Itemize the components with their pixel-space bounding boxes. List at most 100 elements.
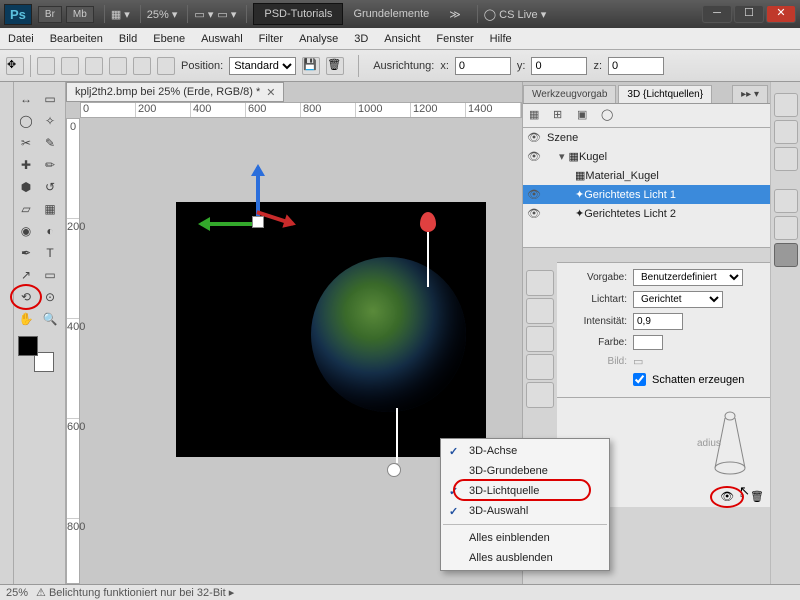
arrange-icon[interactable]: ▭ ▾ [194, 8, 213, 21]
light-slide-tool[interactable] [526, 326, 554, 352]
workspace-tab-psd[interactable]: PSD-Tutorials [253, 3, 343, 25]
farbe-swatch[interactable] [633, 335, 663, 350]
ctx-alles-ausblenden[interactable]: Alles ausblenden [441, 548, 609, 568]
view-tools-icon[interactable]: ▦ ▾ [111, 8, 130, 21]
hand-tool[interactable]: ✋ [14, 308, 38, 330]
move-tool[interactable]: ↔ [14, 88, 38, 110]
scene-root[interactable]: 👁Szene [523, 128, 770, 147]
menu-bild[interactable]: Bild [119, 33, 137, 45]
light-point-tool[interactable] [526, 354, 554, 380]
vorgabe-select[interactable]: Benutzerdefiniert [633, 269, 743, 286]
light-indicator-1[interactable] [420, 212, 436, 287]
earth-sphere[interactable] [311, 257, 466, 412]
minibridge-button[interactable]: Mb [66, 6, 94, 23]
lasso-tool[interactable]: ◯ [14, 110, 38, 132]
workspace-tab-grund[interactable]: Grundelemente [343, 4, 439, 24]
menu-hilfe[interactable]: Hilfe [490, 33, 512, 45]
zoom-dropdown[interactable]: 25% ▾ [147, 8, 178, 21]
history-tool[interactable]: ↺ [38, 176, 62, 198]
delete-light-icon[interactable]: 🗑 [750, 490, 764, 503]
blur-tool[interactable]: ◉ [14, 220, 38, 242]
crop-tool[interactable]: ✂ [14, 132, 38, 154]
shape-tool[interactable]: ▭ [38, 264, 62, 286]
ruler-vertical[interactable]: 0200400600800 [66, 118, 80, 584]
y-input[interactable] [531, 57, 587, 75]
layers-panel-icon[interactable] [774, 243, 798, 267]
swatches-panel-icon[interactable] [774, 120, 798, 144]
x-input[interactable] [455, 57, 511, 75]
menu-bearbeiten[interactable]: Bearbeiten [50, 33, 103, 45]
selection-tool[interactable]: ▭ [38, 88, 62, 110]
type-tool[interactable]: T [38, 242, 62, 264]
menu-3d[interactable]: 3D [354, 33, 368, 45]
3d-light-icon[interactable]: ◯ [601, 108, 617, 124]
axis-origin[interactable] [252, 216, 264, 228]
window-close[interactable]: ✕ [766, 5, 796, 23]
scene-kugel[interactable]: 👁▾▦ Kugel [523, 147, 770, 166]
scene-light-2[interactable]: 👁✦ Gerichtetes Licht 2 [523, 204, 770, 223]
status-zoom[interactable]: 25% [6, 587, 28, 599]
screen-mode-icon[interactable]: ▭ ▾ [217, 8, 236, 21]
ctx-3d-achse[interactable]: ✓3D-Achse [441, 441, 609, 461]
fg-color[interactable] [18, 336, 38, 356]
3d-material-icon[interactable]: ▣ [577, 108, 593, 124]
menu-datei[interactable]: Datei [8, 33, 34, 45]
3d-rotate-tool[interactable]: ⟲ [14, 286, 38, 308]
toggle-lights-icon[interactable]: 👁 [720, 490, 734, 503]
3d-camera-tool[interactable]: ⊙ [38, 286, 62, 308]
scene-material[interactable]: ▦ Material_Kugel [523, 166, 770, 185]
light-rotate-tool[interactable] [526, 270, 554, 296]
adjustments-panel-icon[interactable] [774, 189, 798, 213]
menu-ansicht[interactable]: Ansicht [384, 33, 420, 45]
path-tool[interactable]: ↗ [14, 264, 38, 286]
color-panel-icon[interactable] [774, 93, 798, 117]
3d-mode-3[interactable] [85, 57, 103, 75]
ctx-3d-auswahl[interactable]: ✓3D-Auswahl [441, 501, 609, 521]
z-input[interactable] [608, 57, 664, 75]
delete-preset-icon[interactable]: 🗑 [326, 57, 344, 75]
menu-auswahl[interactable]: Auswahl [201, 33, 243, 45]
panel-flyout[interactable]: ▸▸ ▾ [732, 85, 768, 103]
ctx-alles-einblenden[interactable]: Alles einblenden [441, 528, 609, 548]
tool-preset-icon[interactable]: ✥ [6, 57, 24, 75]
window-maximize[interactable]: ☐ [734, 5, 764, 23]
scene-light-1[interactable]: 👁✦ Gerichtetes Licht 1 [523, 185, 770, 204]
3d-mode-1[interactable] [37, 57, 55, 75]
gradient-tool[interactable]: ▦ [38, 198, 62, 220]
panel-tab-toolpresets[interactable]: Werkzeugvorgab [523, 85, 616, 103]
3d-mode-6[interactable] [157, 57, 175, 75]
canvas[interactable] [176, 202, 486, 457]
3d-mesh-icon[interactable]: ⊞ [553, 108, 569, 124]
workspace-more[interactable]: ≫ [439, 4, 471, 25]
panel-tab-3dlights[interactable]: 3D {Lichtquellen} [618, 85, 712, 103]
window-minimize[interactable]: ─ [702, 5, 732, 23]
ctx-3d-lichtquelle[interactable]: ✓3D-Lichtquelle [441, 481, 609, 501]
light-pan-tool[interactable] [526, 298, 554, 324]
eraser-tool[interactable]: ▱ [14, 198, 38, 220]
light-origin-tool[interactable] [526, 382, 554, 408]
menu-fenster[interactable]: Fenster [436, 33, 473, 45]
intens-input[interactable] [633, 313, 683, 330]
document-tab[interactable]: kplj2th2.bmp bei 25% (Erde, RGB/8) * ✕ [66, 82, 284, 102]
menu-ebene[interactable]: Ebene [153, 33, 185, 45]
stamp-tool[interactable]: ⬢ [14, 176, 38, 198]
3d-mode-4[interactable] [109, 57, 127, 75]
axis-x[interactable] [201, 222, 256, 226]
dodge-tool[interactable]: ◐ [38, 220, 62, 242]
close-document-icon[interactable]: ✕ [266, 86, 275, 99]
color-swatches[interactable] [18, 336, 54, 372]
light-indicator-2[interactable] [393, 408, 401, 477]
wand-tool[interactable]: ✧ [38, 110, 62, 132]
ctx-3d-grundebene[interactable]: 3D-Grundebene [441, 461, 609, 481]
masks-panel-icon[interactable] [774, 216, 798, 240]
3d-mode-2[interactable] [61, 57, 79, 75]
eyedropper-tool[interactable]: ✎ [38, 132, 62, 154]
pen-tool[interactable]: ✒ [14, 242, 38, 264]
schatten-checkbox[interactable] [633, 373, 646, 386]
brush-tool[interactable]: ✏ [38, 154, 62, 176]
3d-mode-5[interactable] [133, 57, 151, 75]
heal-tool[interactable]: ✚ [14, 154, 38, 176]
styles-panel-icon[interactable] [774, 147, 798, 171]
menu-analyse[interactable]: Analyse [299, 33, 338, 45]
ruler-horizontal[interactable]: 0200400600800100012001400 [80, 102, 522, 118]
